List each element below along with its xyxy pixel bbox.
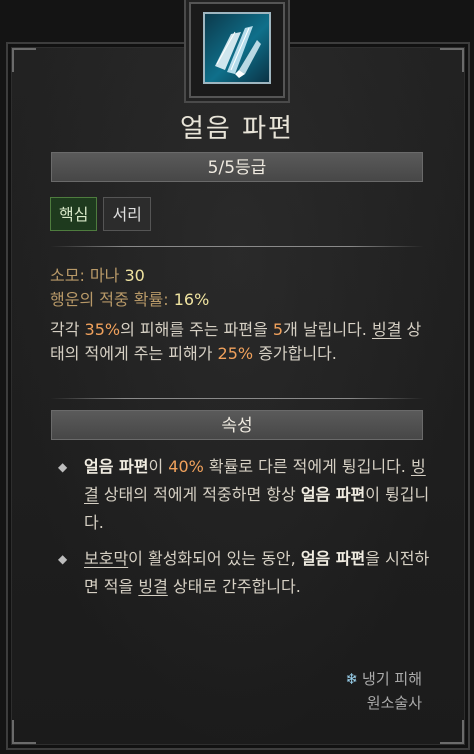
skill-stats: 소모: 마나 30 행운의 적중 확률: 16% xyxy=(50,264,430,312)
keyword-link-frozen[interactable]: 빙결 xyxy=(138,577,167,596)
desc-text: 개 날립니다. xyxy=(283,320,372,339)
diamond-bullet-icon: ◆ xyxy=(58,460,68,474)
skill-tooltip-panel xyxy=(6,42,470,750)
skill-title: 얼음 파편 xyxy=(180,114,294,144)
cost-label: 소모: 마나 xyxy=(50,266,125,285)
snowflake-icon: ❄ xyxy=(345,670,359,688)
corner-ornament xyxy=(440,720,464,744)
properties-header: 속성 xyxy=(51,410,423,440)
property-fragment: 상태의 적에게 적중하면 항상 xyxy=(98,485,301,504)
cost-line: 소모: 마나 30 xyxy=(50,264,430,288)
desc-text: 각각 xyxy=(50,320,85,339)
luck-line: 행운의 적중 확률: 16% xyxy=(50,288,430,312)
rank-bar: 5/5등급 xyxy=(51,152,423,182)
desc-text: 증가합니다. xyxy=(253,344,337,363)
desc-value: 25% xyxy=(217,344,254,363)
desc-text: 의 피해를 주는 파편을 xyxy=(120,320,273,339)
property-item: ◆ 얼음 파편이 40% 확률로 다른 적에게 튕깁니다. 빙결 상태의 적에게… xyxy=(58,453,430,537)
divider xyxy=(50,398,424,399)
divider xyxy=(50,246,424,247)
class-name: 원소술사 xyxy=(366,694,422,712)
cost-value: 30 xyxy=(124,266,145,285)
keyword-link-frozen[interactable]: 빙결 xyxy=(372,320,401,339)
property-fragment: 이 활성화되어 있는 동안, xyxy=(128,549,301,568)
skill-name-ref: 얼음 파편 xyxy=(84,457,149,476)
corner-ornament xyxy=(12,720,36,744)
tag-core: 핵심 xyxy=(50,197,98,231)
tag-frost: 서리 xyxy=(103,197,151,231)
skill-name-ref: 얼음 파편 xyxy=(300,549,366,568)
property-value: 40% xyxy=(168,457,204,476)
desc-value: 35% xyxy=(84,320,121,339)
corner-ornament xyxy=(440,48,464,72)
property-item: ◆ 보호막이 활성화되어 있는 동안, 얼음 파편을 시전하면 적을 빙결 상태… xyxy=(58,545,430,601)
diamond-bullet-icon: ◆ xyxy=(58,552,68,566)
desc-value: 5 xyxy=(272,320,284,339)
skill-tags: 핵심 서리 xyxy=(50,197,151,231)
luck-label: 행운의 적중 확률: xyxy=(50,290,174,309)
damage-type: 냉기 피해 xyxy=(362,670,422,688)
damage-type-line: ❄ 냉기 피해 xyxy=(345,668,422,689)
property-fragment: 상태로 간주합니다. xyxy=(167,577,301,596)
keyword-link-barrier[interactable]: 보호막 xyxy=(84,549,128,568)
ice-shards-icon xyxy=(203,12,271,84)
corner-ornament xyxy=(12,48,36,72)
property-text: 얼음 파편이 40% 확률로 다른 적에게 튕깁니다. 빙결 상태의 적에게 적… xyxy=(84,453,430,537)
property-text: 보호막이 활성화되어 있는 동안, 얼음 파편을 시전하면 적을 빙결 상태로 … xyxy=(84,545,430,601)
property-fragment: 이 xyxy=(148,457,169,476)
skill-description: 각각 35%의 피해를 주는 파편을 5개 날립니다. 빙결 상태의 적에게 주… xyxy=(50,318,430,366)
luck-value: 16% xyxy=(173,290,210,309)
skill-name-ref: 얼음 파편 xyxy=(300,485,366,504)
property-fragment: 확률로 다른 적에게 튕깁니다. xyxy=(203,457,411,476)
